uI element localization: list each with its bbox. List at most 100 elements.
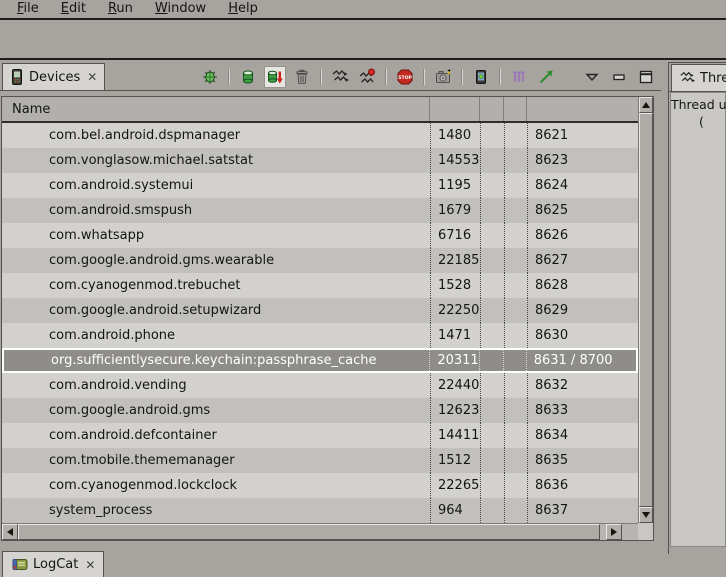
threads-content: Thread up ( [670,92,726,547]
toolbar-separator [499,69,501,85]
minimize-icon[interactable] [608,66,630,88]
client-blank1 [480,223,504,248]
device-client-row[interactable]: system_process 964 8637 [2,498,638,523]
client-pid: 1512 [430,448,480,473]
start-method-profiling-icon[interactable] [356,66,378,88]
client-pid: 1471 [430,323,480,348]
device-client-row[interactable]: com.android.systemui 1195 8624 [2,173,638,198]
tab-devices-label: Devices [29,70,80,85]
client-port: 8628 [527,273,638,298]
screen-capture-icon[interactable] [432,66,454,88]
tab-logcat[interactable]: LogCat ✕ [2,551,104,577]
client-blank2 [504,448,527,473]
devices-tabbar: Devices ✕ [0,62,661,91]
client-blank2 [503,350,526,371]
menu-file[interactable]: File [6,0,50,18]
tab-threads[interactable]: Threads [671,64,726,91]
tab-logcat-close-icon[interactable]: ✕ [83,558,95,572]
trend-arrow-icon[interactable] [535,66,557,88]
menu-help[interactable]: Help [217,0,269,18]
menu-run[interactable]: Run [97,0,144,18]
device-client-row[interactable]: com.bel.android.dspmanager 1480 8621 [2,123,638,148]
scroll-left-button[interactable] [2,524,18,540]
scroll-down-button[interactable] [639,507,653,523]
devices-table-header: Name [2,97,638,123]
tab-logcat-label: LogCat [33,557,78,572]
svg-text:STOP: STOP [398,75,412,81]
scroll-up-button[interactable] [639,97,653,113]
menu-window[interactable]: Window [144,0,217,18]
horizontal-scrollbar[interactable] [2,523,638,540]
column-header-blank2[interactable] [504,97,527,121]
client-blank2 [504,173,527,198]
toolbar-separator [461,69,463,85]
device-client-row[interactable]: com.cyanogenmod.trebuchet 1528 8628 [2,273,638,298]
client-blank2 [504,298,527,323]
client-blank2 [504,473,527,498]
device-client-row[interactable]: com.whatsapp 6716 8626 [2,223,638,248]
client-pid: 22250 [430,298,480,323]
stop-process-icon[interactable]: STOP [394,66,416,88]
maximize-icon[interactable] [635,66,657,88]
client-pid: 1679 [430,198,480,223]
logcat-icon [11,557,28,572]
device-client-row[interactable]: com.tmobile.thememanager 1512 8635 [2,448,638,473]
client-name: com.cyanogenmod.lockclock [2,473,430,498]
client-port: 8630 [527,323,638,348]
column-header-name[interactable]: Name [2,97,430,121]
tab-devices[interactable]: Devices ✕ [2,63,105,90]
device-client-row[interactable]: com.cyanogenmod.lockclock 22265 8636 [2,473,638,498]
device-client-row[interactable]: com.android.phone 1471 8630 [2,323,638,348]
device-client-row[interactable]: com.google.android.gms 12623 8633 [2,398,638,423]
horizontal-scroll-thumb[interactable] [18,524,600,540]
device-client-row[interactable]: com.android.smspush 1679 8625 [2,198,638,223]
device-client-row[interactable]: org.sufficientlysecure.keychain:passphra… [2,348,638,373]
client-name: com.android.smspush [2,198,430,223]
update-heap-icon[interactable] [237,66,259,88]
client-blank2 [504,398,527,423]
threads-message-line2: ( [671,113,725,130]
client-name: com.android.vending [2,373,430,398]
client-blank1 [480,448,504,473]
client-blank2 [504,273,527,298]
device-client-row[interactable]: com.google.android.setupwizard 22250 862… [2,298,638,323]
update-threads-icon[interactable] [329,66,351,88]
client-port: 8631 / 8700 [526,350,636,371]
client-port: 8629 [527,298,638,323]
client-blank2 [504,323,527,348]
vertical-scrollbar[interactable] [638,97,653,523]
client-pid: 1195 [430,173,480,198]
client-name: com.vonglasow.michael.satstat [2,148,430,173]
column-header-blank1[interactable] [480,97,504,121]
dump-hprof-icon[interactable] [264,66,286,88]
column-header-port[interactable] [527,97,638,121]
client-port: 8624 [527,173,638,198]
client-blank2 [504,223,527,248]
client-port: 8623 [527,148,638,173]
ui-hierarchy-icon[interactable] [508,66,530,88]
client-port: 8633 [527,398,638,423]
client-blank2 [504,123,527,148]
client-blank2 [504,498,527,523]
client-pid: 22440 [430,373,480,398]
client-port: 8637 [527,498,638,523]
view-menu-icon[interactable] [581,66,603,88]
scroll-right-button[interactable] [606,524,622,540]
device-client-row[interactable]: com.vonglasow.michael.satstat 14553 8623 [2,148,638,173]
device-client-row[interactable]: com.android.vending 22440 8632 [2,373,638,398]
vertical-scroll-thumb[interactable] [639,113,653,507]
menu-edit[interactable]: Edit [50,0,97,18]
ddms-window: { "menubar": { "items": [ {"label": "Fil… [0,0,726,577]
debug-process-icon[interactable] [199,66,221,88]
client-port: 8627 [527,248,638,273]
client-port: 8634 [527,423,638,448]
client-blank1 [480,198,504,223]
cause-gc-icon[interactable] [291,66,313,88]
client-name: com.android.defcontainer [2,423,430,448]
client-blank1 [480,248,504,273]
device-client-row[interactable]: com.google.android.gms.wearable 22185 86… [2,248,638,273]
column-header-pid[interactable] [430,97,480,121]
tab-devices-close-icon[interactable]: ✕ [85,71,97,83]
device-client-row[interactable]: com.android.defcontainer 14411 8634 [2,423,638,448]
device-screen-icon[interactable] [470,66,492,88]
